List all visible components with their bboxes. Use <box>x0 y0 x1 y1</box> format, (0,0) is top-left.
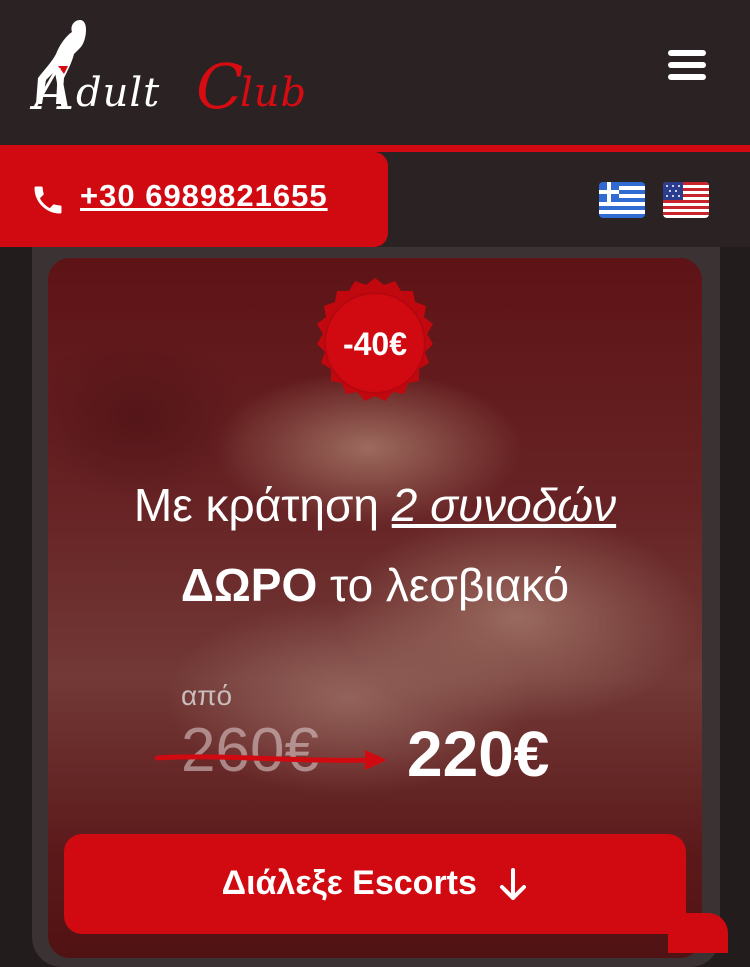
logo-word-dult: dult <box>76 70 161 116</box>
phone-number-link[interactable]: +30 6989821655 <box>80 178 328 214</box>
logo-letter-a: A <box>34 58 75 123</box>
arrow-down-icon <box>500 868 527 901</box>
promo-gift-word: ΔΩΡΟ <box>180 559 318 611</box>
new-price: 220€ <box>407 718 550 790</box>
promo-headline: Με κράτηση 2 συνοδών <box>48 478 702 532</box>
promo-headline-prefix: Με κράτηση <box>133 479 392 531</box>
site-logo[interactable]: A dult C lub <box>34 18 344 123</box>
menu-bar <box>668 62 706 68</box>
phone-icon <box>34 186 62 214</box>
promo-gift-rest: το λεσβιακό <box>317 559 570 611</box>
hamburger-menu-icon[interactable] <box>668 50 708 80</box>
phone-call-button[interactable]: +30 6989821655 <box>0 152 388 247</box>
discount-badge-label: -40€ <box>342 326 408 362</box>
logo-wordmark: A dult C lub <box>34 18 344 123</box>
price-from-label: από <box>181 680 233 711</box>
greek-flag-icon[interactable] <box>599 182 645 218</box>
promo-headline-highlight: 2 συνοδών <box>391 479 617 531</box>
menu-bar <box>668 74 706 80</box>
promo-subheadline: ΔΩΡΟ το λεσβιακό <box>48 558 702 612</box>
us-flag-icon[interactable] <box>663 182 709 218</box>
choose-escorts-button[interactable]: Διάλεξε Escorts <box>64 834 686 934</box>
menu-bar <box>668 50 706 56</box>
price-strike-arrow-icon <box>155 750 387 770</box>
header-divider <box>0 145 750 152</box>
floating-action-chip[interactable] <box>668 913 728 953</box>
logo-letter-c: C <box>196 50 244 123</box>
logo-word-lub: lub <box>240 70 308 116</box>
cta-label-wrap: Διάλεξε Escorts <box>64 864 686 903</box>
cta-label: Διάλεξε Escorts <box>221 864 477 902</box>
